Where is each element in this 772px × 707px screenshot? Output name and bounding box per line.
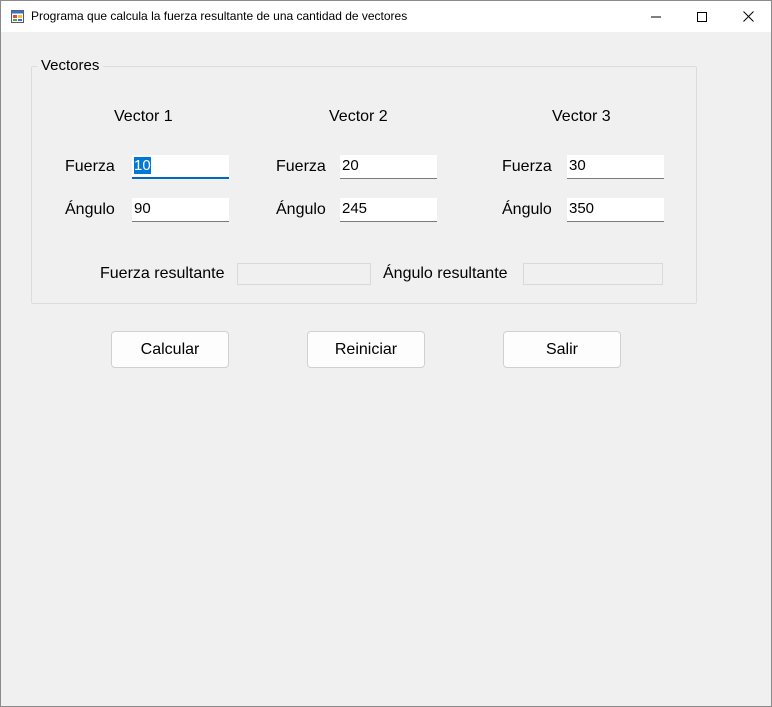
maximize-icon (697, 11, 707, 22)
vector-3-angle-value: 350 (569, 200, 595, 217)
vector-1-force-input[interactable]: 10 (132, 155, 229, 179)
groupbox-title: Vectores (37, 57, 104, 74)
app-window: Programa que calcula la fuerza resultant… (0, 0, 772, 707)
result-angle-label: Ángulo resultante (383, 265, 508, 282)
vector-2-force-input[interactable]: 20 (340, 155, 437, 179)
window-title: Programa que calcula la fuerza resultant… (31, 9, 408, 23)
vector-2-angle-input[interactable]: 245 (340, 198, 437, 222)
vector-1-angle-value: 90 (134, 200, 151, 217)
vector-3-angle-label: Ángulo (502, 201, 552, 218)
minimize-button[interactable] (633, 1, 679, 32)
vector-1-angle-input[interactable]: 90 (132, 198, 229, 222)
maximize-button[interactable] (679, 1, 725, 32)
result-force-label: Fuerza resultante (100, 265, 225, 282)
vector-3-force-label: Fuerza (502, 158, 552, 175)
close-icon (742, 11, 754, 22)
vector-3-header: Vector 3 (552, 108, 611, 125)
vector-2-force-label: Fuerza (276, 158, 326, 175)
calcular-button[interactable]: Calcular (111, 331, 229, 368)
result-force-output[interactable] (237, 263, 371, 285)
minimize-icon (651, 16, 661, 17)
vector-3-angle-input[interactable]: 350 (567, 198, 664, 222)
vector-1-force-label: Fuerza (65, 158, 115, 175)
title-bar[interactable]: Programa que calcula la fuerza resultant… (1, 1, 771, 32)
vector-1-angle-label: Ángulo (65, 201, 115, 218)
form-app-icon (11, 10, 24, 23)
result-angle-output[interactable] (523, 263, 663, 285)
vector-3-force-value: 30 (569, 157, 586, 174)
vector-2-force-value: 20 (342, 157, 359, 174)
vector-2-angle-label: Ángulo (276, 201, 326, 218)
vector-2-header: Vector 2 (329, 108, 388, 125)
vector-2-angle-value: 245 (342, 200, 368, 217)
reiniciar-button[interactable]: Reiniciar (307, 331, 425, 368)
salir-button[interactable]: Salir (503, 331, 621, 368)
vector-1-force-value: 10 (134, 157, 151, 174)
vector-3-force-input[interactable]: 30 (567, 155, 664, 179)
close-button[interactable] (725, 1, 771, 32)
vector-1-header: Vector 1 (114, 108, 173, 125)
